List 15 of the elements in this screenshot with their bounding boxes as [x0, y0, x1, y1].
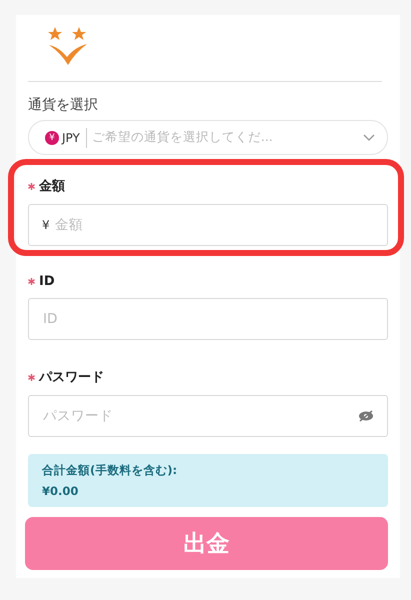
- select-placeholder: ご希望の通貨を選択してくだ...: [92, 129, 274, 146]
- currency-select[interactable]: ¥ JPY ご希望の通貨を選択してくだ...: [28, 120, 388, 155]
- password-field[interactable]: パスワード: [28, 395, 388, 437]
- total-value: ¥0.00: [42, 484, 80, 498]
- yen-coin-icon: ¥: [45, 130, 59, 144]
- chevron-down-icon: [363, 134, 375, 142]
- total-label: 合計金額(手数料を含む):: [42, 463, 178, 478]
- eye-off-icon[interactable]: [358, 410, 374, 422]
- field-label: ID: [39, 274, 55, 289]
- currency-prefix: ¥: [42, 218, 50, 232]
- id-field[interactable]: ID: [28, 298, 388, 340]
- field-label: パスワード: [39, 369, 104, 386]
- currency-label: 通貨を選択: [28, 96, 99, 114]
- currency-code: JPY: [62, 128, 87, 148]
- field-label: 金額: [39, 178, 65, 195]
